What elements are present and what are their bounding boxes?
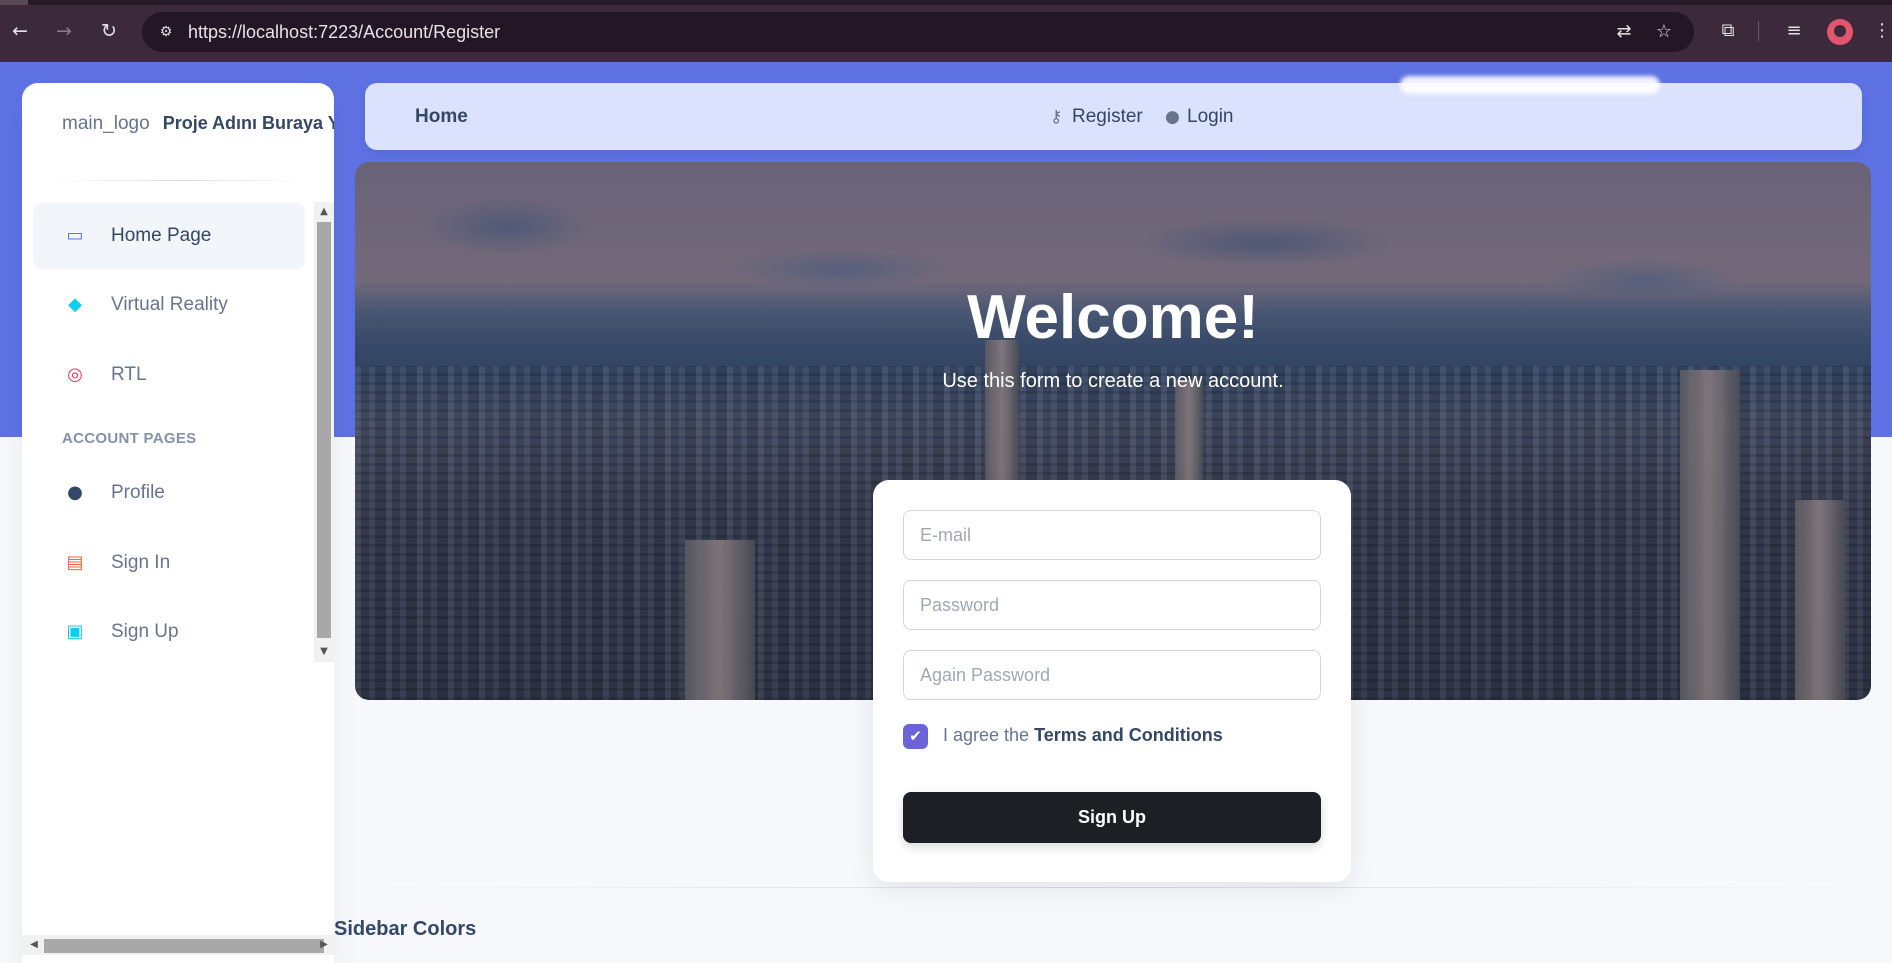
- scroll-left-arrow-icon[interactable]: ◀: [26, 937, 42, 953]
- nav-login-label: Login: [1187, 106, 1234, 127]
- bookmark-star-icon[interactable]: ☆: [1652, 20, 1676, 44]
- monitor-icon: ▭: [66, 225, 84, 246]
- sidebar-item-label: Sign Up: [111, 621, 179, 642]
- sidebar-divider: [50, 180, 306, 181]
- sidebar-item-sign-up[interactable]: ▣ Sign Up: [33, 599, 305, 665]
- forward-icon[interactable]: →: [52, 19, 76, 43]
- sidebar-item-sign-in[interactable]: ▤ Sign In: [33, 530, 305, 596]
- active-tab-indicator: [0, 0, 28, 5]
- url-text[interactable]: https://localhost:7223/Account/Register: [188, 22, 500, 43]
- terms-prefix: I agree the: [943, 725, 1035, 745]
- scroll-right-arrow-icon[interactable]: ▶: [316, 937, 332, 953]
- document-icon: ▤: [66, 552, 84, 573]
- scroll-down-arrow-icon[interactable]: ▼: [314, 644, 334, 660]
- sidebar-colors-heading: Sidebar Colors: [334, 918, 477, 940]
- sign-up-button[interactable]: Sign Up: [903, 792, 1321, 843]
- sidebar-item-rtl[interactable]: ◎ RTL: [33, 342, 305, 408]
- scrollbar-thumb[interactable]: [44, 939, 324, 953]
- terms-label: I agree the Terms and Conditions: [943, 725, 1223, 746]
- sidebar-item-label: Virtual Reality: [111, 294, 228, 315]
- sidebar-item-home-page[interactable]: ▭ Home Page: [33, 203, 305, 269]
- hero-title: Welcome!: [967, 283, 1259, 352]
- toolbar-separator: [1758, 21, 1759, 41]
- hero-subtitle: Use this form to create a new account.: [942, 370, 1284, 392]
- menu-kebab-icon[interactable]: ⋮: [1872, 19, 1892, 43]
- check-icon: ✔: [909, 727, 922, 745]
- scroll-up-arrow-icon[interactable]: ▲: [314, 204, 334, 220]
- sidebar-item-virtual-reality[interactable]: ◆ Virtual Reality: [33, 272, 305, 338]
- sidebar-vertical-scrollbar[interactable]: ▲ ▼: [314, 202, 334, 662]
- user-icon: ●: [1165, 107, 1180, 127]
- register-form-card: ✔ I agree the Terms and Conditions Sign …: [873, 480, 1351, 882]
- skyscraper-image: [685, 540, 755, 700]
- browser-toolbar: ← → ↻ ⚙ https://localhost:7223/Account/R…: [0, 0, 1892, 62]
- nav-register-label: Register: [1072, 106, 1143, 127]
- media-control-icon[interactable]: ≡: [1782, 19, 1806, 43]
- sidebar-item-label: Home Page: [111, 225, 212, 246]
- profile-avatar[interactable]: [1827, 19, 1853, 45]
- nav-register-link[interactable]: ⚷ Register: [1050, 106, 1143, 128]
- nav-login-link[interactable]: ● Login: [1165, 106, 1234, 128]
- footer-divider: [355, 887, 1871, 888]
- user-icon: ●: [67, 482, 83, 503]
- again-password-field[interactable]: [903, 650, 1321, 700]
- email-field[interactable]: [903, 510, 1321, 560]
- skyscraper-image: [1795, 500, 1845, 700]
- project-name: Proje Adını Buraya Ya: [162, 113, 334, 133]
- address-bar[interactable]: ⚙ https://localhost:7223/Account/Registe…: [142, 12, 1694, 52]
- globe-icon: ◎: [67, 364, 83, 385]
- reload-icon[interactable]: ↻: [97, 19, 121, 43]
- navbar-highlight: [1400, 76, 1660, 94]
- scrollbar-thumb[interactable]: [317, 222, 331, 638]
- nav-home-link[interactable]: Home: [415, 106, 468, 128]
- sidebar-item-label: Profile: [111, 482, 165, 503]
- translate-icon[interactable]: ⇄: [1612, 20, 1636, 44]
- key-icon: ⚷: [1050, 107, 1063, 127]
- extensions-icon[interactable]: ⧉: [1716, 19, 1740, 43]
- collection-icon: ▣: [66, 621, 84, 642]
- sidebar: main_logo Proje Adını Buraya Ya ▭ Home P…: [22, 83, 334, 963]
- sidebar-brand[interactable]: main_logo Proje Adını Buraya Ya: [62, 113, 334, 135]
- terms-checkbox[interactable]: ✔: [903, 724, 928, 749]
- back-icon[interactable]: ←: [8, 19, 32, 43]
- skyscraper-image: [1680, 370, 1740, 700]
- cube-icon: ◆: [68, 294, 82, 315]
- sidebar-item-profile[interactable]: ● Profile: [33, 460, 305, 526]
- site-info-icon[interactable]: ⚙: [154, 20, 178, 44]
- password-field[interactable]: [903, 580, 1321, 630]
- terms-link[interactable]: Terms and Conditions: [1034, 725, 1223, 745]
- section-title-account-pages: ACCOUNT PAGES: [62, 430, 197, 447]
- main-logo-image: main_logo: [62, 113, 150, 134]
- sidebar-item-label: Sign In: [111, 552, 171, 573]
- tab-strip: [0, 0, 1892, 5]
- sidebar-horizontal-scrollbar[interactable]: ◀ ▶: [22, 935, 334, 955]
- sidebar-item-label: RTL: [111, 364, 147, 385]
